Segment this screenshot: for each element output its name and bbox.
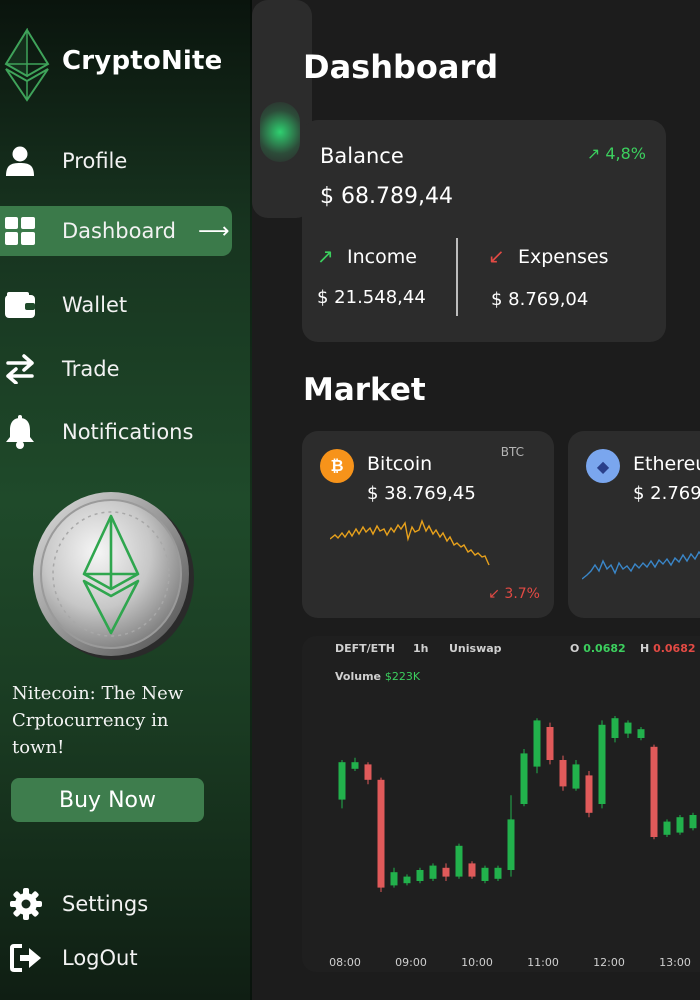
coin-change: ↙ 3.7%	[488, 586, 540, 602]
candle	[338, 760, 346, 809]
candle	[598, 720, 606, 809]
candle	[572, 760, 580, 791]
market-card-bitcoin[interactable]: ₿ Bitcoin BTC $ 38.769,45 ↙ 3.7%	[302, 431, 554, 618]
candle	[663, 819, 671, 837]
nav-item-settings[interactable]: Settings	[0, 884, 230, 924]
bitcoin-icon: ₿	[320, 449, 354, 483]
expenses-arrow-icon: ↙	[488, 244, 505, 268]
candle	[507, 795, 515, 877]
bitcoin-sparkline	[330, 519, 490, 566]
candle	[650, 744, 658, 840]
market-title: Market	[303, 372, 426, 408]
candle	[520, 749, 528, 807]
nitecoin-coin-image	[30, 488, 196, 662]
user-icon	[4, 145, 36, 177]
candle	[468, 861, 476, 879]
promo-text: Nitecoin: The New Crptocurrency in town!	[12, 683, 184, 758]
balance-value: $ 68.789,44	[320, 184, 453, 209]
coin-change-value: 3.7%	[504, 586, 540, 602]
x-tick-label: 09:00	[395, 956, 427, 969]
gear-icon	[10, 888, 42, 920]
candle	[559, 755, 567, 791]
income-arrow-icon: ↗	[317, 244, 334, 268]
coin-name: Bitcoin	[367, 453, 433, 475]
candle	[442, 863, 450, 881]
ethereum-logo-icon	[4, 27, 50, 102]
candle	[494, 865, 502, 881]
market-card-ethereum[interactable]: ◆ Ethereum $ 2.769	[568, 431, 700, 618]
ethereum-icon: ◆	[586, 449, 620, 483]
income-label: Income	[347, 246, 417, 268]
candle	[676, 815, 684, 835]
nav-label-dashboard: Dashboard	[62, 219, 176, 243]
wallet-icon	[4, 289, 36, 321]
x-tick-label: 08:00	[329, 956, 361, 969]
candlestick-plot: 08:00 09:00 10:00 11:00 12:00 13:00	[329, 716, 697, 969]
nav-label-wallet: Wallet	[62, 293, 128, 317]
x-tick-label: 10:00	[461, 956, 493, 969]
candle	[377, 777, 385, 892]
sidebar: CryptoNite Profile Dashboard ⟶ Wallet Tr…	[0, 0, 252, 1000]
arrow-down-left-icon: ↙	[488, 586, 500, 602]
balance-card[interactable]: Balance ↗ 4,8% $ 68.789,44 ↗ Income $ 21…	[302, 120, 666, 342]
balance-change-value: 4,8%	[605, 144, 646, 163]
logout-icon	[10, 942, 42, 974]
main-content: Dashboard Balance ↗ 4,8% $ 68.789,44 ↗ I…	[252, 0, 700, 1000]
nav-item-notifications[interactable]: Notifications	[0, 407, 232, 457]
page-title: Dashboard	[303, 48, 499, 86]
candle	[481, 865, 489, 884]
arrow-up-right-icon: ↗	[586, 144, 601, 163]
candle	[429, 863, 437, 881]
candle	[455, 843, 463, 879]
candle	[611, 716, 619, 743]
expenses-label: Expenses	[518, 246, 609, 268]
coin-name: Ethereum	[633, 453, 700, 475]
nav-label-profile: Profile	[62, 149, 128, 173]
buy-now-button[interactable]: Buy Now	[11, 778, 204, 822]
grid-icon	[4, 215, 36, 247]
swap-arrows-icon	[4, 353, 36, 385]
candle	[624, 720, 632, 738]
coin-price: $ 38.769,45	[367, 483, 476, 504]
nav-label-settings: Settings	[62, 892, 149, 916]
nav-label-trade: Trade	[62, 357, 120, 381]
brand-name: CryptoNite	[62, 46, 223, 76]
x-tick-label: 12:00	[593, 956, 625, 969]
candle	[533, 718, 541, 774]
candle	[689, 812, 697, 831]
nav-label-logout: LogOut	[62, 946, 138, 970]
coin-symbol: BTC	[500, 445, 524, 459]
ethereum-sparkline	[582, 550, 700, 580]
income-value: $ 21.548,44	[317, 287, 426, 308]
nav-item-logout[interactable]: LogOut	[0, 938, 230, 978]
x-tick-label: 13:00	[659, 956, 691, 969]
candle	[403, 874, 411, 886]
balance-divider	[456, 238, 458, 316]
price-chart[interactable]: DEFT/ETH 1h Uniswap O 0.0682 H 0.0682 Vo…	[302, 636, 700, 972]
candle	[364, 762, 372, 785]
nav-item-wallet[interactable]: Wallet	[0, 280, 232, 330]
nav-item-profile[interactable]: Profile	[0, 136, 232, 186]
nav-item-trade[interactable]: Trade	[0, 344, 232, 394]
candle	[585, 771, 593, 818]
bell-icon	[4, 415, 36, 449]
x-tick-label: 11:00	[527, 956, 559, 969]
balance-title: Balance	[320, 144, 404, 168]
candle	[416, 867, 424, 884]
balance-change: ↗ 4,8%	[587, 144, 646, 163]
candle	[637, 727, 645, 741]
candle	[351, 757, 359, 771]
secondary-card-glow	[260, 102, 300, 162]
arrow-right-icon: ⟶	[198, 218, 230, 244]
coin-price: $ 2.769	[633, 483, 700, 504]
nav-label-notifications: Notifications	[62, 420, 194, 444]
expenses-value: $ 8.769,04	[491, 289, 589, 310]
nav-item-dashboard[interactable]: Dashboard ⟶	[0, 206, 232, 256]
candle	[546, 722, 554, 765]
candle	[390, 867, 398, 888]
